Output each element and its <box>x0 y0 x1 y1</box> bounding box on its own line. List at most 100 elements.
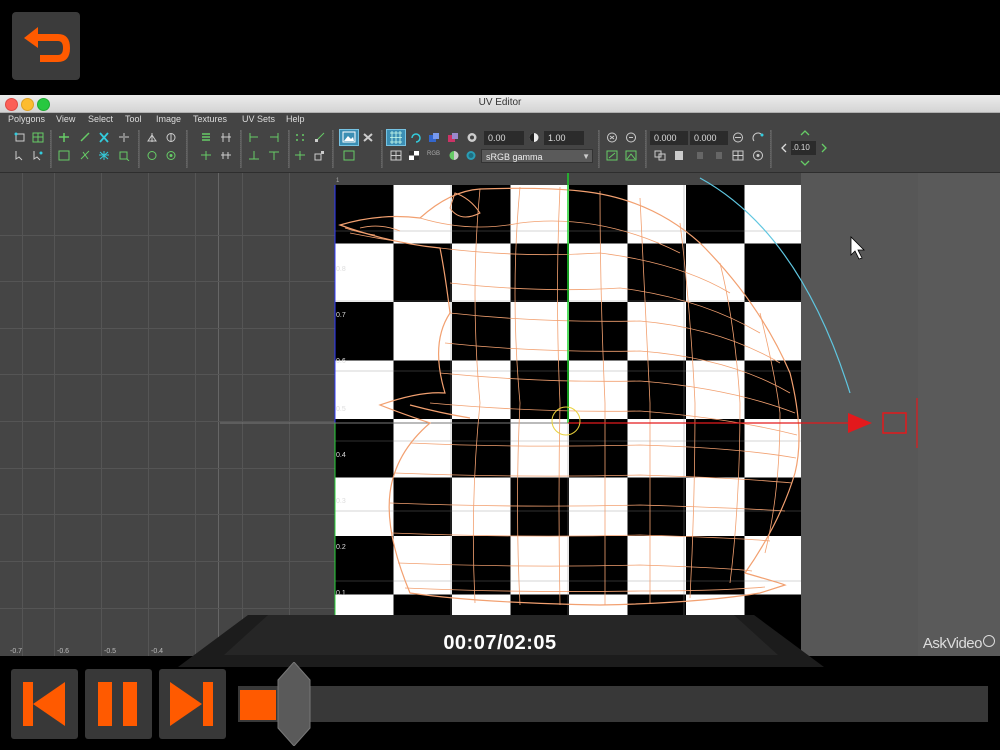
uv-shell-icon[interactable] <box>32 132 44 143</box>
menu-tool[interactable]: Tool <box>125 114 142 124</box>
cycle-uv-icon[interactable] <box>732 150 744 161</box>
uv-toolbar: 0.00 1.00 RGB sRGB gamma ▼ 0.000 0.000 .0… <box>0 126 1000 173</box>
checker-tile-icon[interactable] <box>408 150 420 161</box>
image-range-icon[interactable] <box>625 150 637 161</box>
align-v-max-icon[interactable] <box>268 150 280 161</box>
title-bar: UV Editor <box>0 95 1000 113</box>
align-v-min-icon[interactable] <box>248 150 260 161</box>
menu-polygons[interactable]: Polygons <box>8 114 45 124</box>
uv-viewport[interactable]: 0.8 0.7 0.6 0.5 0.4 0.3 0.2 0.1 1 -0.7 -… <box>0 173 1000 656</box>
paste-v-icon[interactable] <box>713 150 725 161</box>
checker-pattern-icon[interactable] <box>362 132 374 143</box>
gamma-icon[interactable] <box>528 132 540 143</box>
pixel-grid-icon[interactable] <box>390 150 402 161</box>
back-arrow-icon <box>24 27 70 62</box>
menu-view[interactable]: View <box>56 114 75 124</box>
u-value-field[interactable]: 0.000 <box>650 131 688 145</box>
exposure-icon[interactable] <box>466 132 478 143</box>
rgb-channel-button[interactable]: RGB <box>427 151 440 157</box>
menu-image[interactable]: Image <box>156 114 181 124</box>
straighten-uv-icon[interactable] <box>118 150 130 161</box>
rotate-uv-icon[interactable] <box>79 132 91 143</box>
uv-set-editor-icon[interactable] <box>752 150 764 161</box>
sew-uv-icon[interactable] <box>118 132 130 143</box>
color-management-icon[interactable] <box>448 150 460 161</box>
shaded-uv-icon[interactable] <box>428 132 440 143</box>
scale-uv-icon[interactable] <box>314 150 326 161</box>
select-drag-icon[interactable] <box>32 150 44 161</box>
gamma-field[interactable]: 1.00 <box>544 131 584 145</box>
v-tick-label: 1 <box>336 178 340 184</box>
paste-u-icon[interactable] <box>694 150 706 161</box>
flip-u-icon[interactable] <box>58 132 70 143</box>
uv-editor-window: UV Editor Polygons View Select Tool Imag… <box>0 95 1000 656</box>
convert-to-uv-icon[interactable] <box>14 132 26 143</box>
toolbar-separator <box>645 130 647 168</box>
rotate-ccw-icon[interactable] <box>146 150 158 161</box>
seek-bar-thumb[interactable] <box>274 662 314 746</box>
chevron-down-icon[interactable] <box>800 159 810 167</box>
isolate-add-icon[interactable] <box>625 132 637 143</box>
exposure-field[interactable]: 0.00 <box>484 131 524 145</box>
back-button[interactable] <box>12 12 80 80</box>
symmetry-icon[interactable] <box>146 132 158 143</box>
menu-textures[interactable]: Textures <box>193 114 227 124</box>
grid-snap-icon[interactable] <box>294 132 306 143</box>
isolate-select-icon[interactable] <box>606 132 618 143</box>
next-button[interactable] <box>159 669 226 739</box>
distribute-icon[interactable] <box>220 132 232 143</box>
unfold-uv-icon[interactable] <box>79 150 91 161</box>
snap-together-icon[interactable] <box>200 150 212 161</box>
toolbar-separator <box>598 130 600 168</box>
display-image-icon[interactable] <box>339 129 359 146</box>
menu-select[interactable]: Select <box>88 114 113 124</box>
menu-help[interactable]: Help <box>286 114 305 124</box>
move-uv-icon[interactable] <box>294 150 306 161</box>
refresh-icon[interactable] <box>410 132 422 143</box>
menu-uv-sets[interactable]: UV Sets <box>242 114 275 124</box>
pause-button[interactable] <box>85 669 152 739</box>
color-space-select[interactable]: sRGB gamma ▼ <box>481 149 593 163</box>
stack-shells-icon[interactable] <box>220 150 232 161</box>
seek-bar-track[interactable] <box>238 686 988 722</box>
toolbar-separator <box>332 130 334 168</box>
v-tick-label: 0.6 <box>336 358 346 365</box>
chevron-right-icon[interactable] <box>820 143 828 153</box>
layout-uv-icon[interactable] <box>58 150 70 161</box>
u-scale-handle <box>882 412 907 434</box>
view-transform-icon[interactable] <box>465 150 477 161</box>
toolbar-separator <box>240 130 242 168</box>
pixel-snap-icon[interactable] <box>314 132 326 143</box>
optimize-uv-icon[interactable] <box>98 150 110 161</box>
previous-button[interactable] <box>11 669 78 739</box>
chevron-up-icon[interactable] <box>800 129 810 137</box>
rotate-cw-icon[interactable] <box>165 150 177 161</box>
paste-uv-icon[interactable] <box>673 150 685 161</box>
menu-bar: Polygons View Select Tool Image Textures… <box>0 113 1000 126</box>
select-pick-icon[interactable] <box>14 150 26 161</box>
skip-next-icon <box>170 682 213 726</box>
align-left-icon[interactable] <box>200 132 212 143</box>
v-tick-label: 0.7 <box>336 312 346 319</box>
align-u-min-icon[interactable] <box>248 132 260 143</box>
align-u-max-icon[interactable] <box>268 132 280 143</box>
v-tick-label: 0.5 <box>336 406 346 413</box>
v-tick-label: 0.3 <box>336 498 346 505</box>
v-value-field[interactable]: 0.000 <box>690 131 728 145</box>
copy-uv-icon[interactable] <box>654 150 666 161</box>
step-size-field[interactable]: .0.10 <box>791 141 816 155</box>
texture-borders-icon[interactable] <box>447 132 459 143</box>
dim-image-icon[interactable] <box>343 150 355 161</box>
relative-uv-icon[interactable] <box>752 132 764 143</box>
cut-uv-icon[interactable] <box>98 132 110 143</box>
toolbar-separator <box>186 130 188 168</box>
window-title: UV Editor <box>478 97 522 108</box>
pause-icon <box>98 682 137 726</box>
chevron-left-icon[interactable] <box>780 143 788 153</box>
u-arrow-head <box>848 413 872 433</box>
grid-toggle-icon[interactable] <box>386 129 406 146</box>
smudge-icon[interactable] <box>165 132 177 143</box>
toolbar-separator <box>50 130 52 168</box>
absolute-uv-icon[interactable] <box>732 132 744 143</box>
uv-distortion-icon[interactable] <box>606 150 618 161</box>
